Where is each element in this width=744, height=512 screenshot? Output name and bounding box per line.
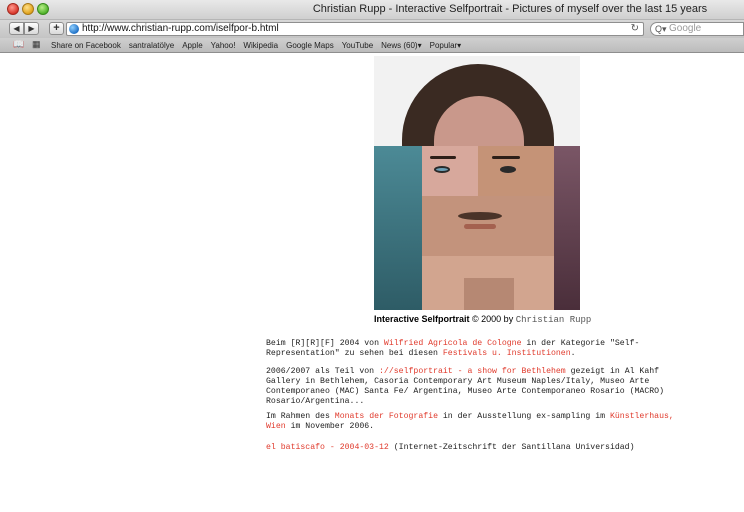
top-sites-grid-icon[interactable]: ▦ [32, 39, 41, 50]
window-title: Christian Rupp - Interactive Selfportrai… [312, 3, 708, 15]
title-bar: Christian Rupp - Interactive Selfportrai… [0, 0, 744, 20]
portrait-eye-left [434, 166, 450, 173]
bookmark-item[interactable]: Wikipedia [243, 41, 278, 50]
browser-toolbar: ◀ ▶ + http://www.christian-rupp.com/isel… [0, 20, 744, 38]
portrait-tile-eye-left [422, 146, 478, 196]
zoom-window-icon[interactable] [37, 3, 49, 15]
bookmarks-bar: 📖 ▦ Share on Facebook santralatölye Appl… [0, 38, 744, 53]
globe-icon [69, 24, 79, 34]
reload-icon[interactable]: ↻ [631, 23, 639, 35]
selfportrait-image[interactable] [374, 56, 580, 310]
bookmark-item[interactable]: Share on Facebook [51, 41, 121, 50]
portrait-brow-left [430, 156, 456, 159]
minimize-window-icon[interactable] [22, 3, 34, 15]
url-text[interactable]: http://www.christian-rupp.com/iselfpor-b… [82, 23, 279, 35]
text: . [570, 349, 576, 358]
portrait-tile-left [374, 146, 422, 310]
paragraph-rrf-2004: Beim [R][R][F] 2004 von Wilfried Agricol… [266, 339, 686, 359]
portrait-mustache [458, 212, 502, 220]
text: 2006/2007 als Teil von [266, 367, 380, 376]
bookmark-menu-popular[interactable]: Popular▾ [430, 41, 462, 50]
bookmarks-book-icon[interactable]: 📖 [13, 39, 24, 50]
search-placeholder: Google [669, 23, 702, 34]
portrait-caption: Interactive Selfportrait © 2000 by Chris… [374, 314, 591, 325]
close-window-icon[interactable] [7, 3, 19, 15]
paragraph-fotografie: Im Rahmen des Monats der Fotografie in d… [266, 412, 686, 432]
text: Beim [R][R][F] 2004 von [266, 339, 384, 348]
portrait-tile-eye-right [478, 146, 554, 196]
text: in der Ausstellung ex-sampling im [437, 412, 610, 421]
bookmark-item[interactable]: santralatölye [129, 41, 174, 50]
bookmark-list: Share on Facebook santralatölye Apple Ya… [51, 38, 461, 52]
add-bookmark-button[interactable]: + [49, 22, 64, 35]
bookmark-item[interactable]: Apple [182, 41, 202, 50]
caption-author: Christian Rupp [515, 315, 592, 325]
paragraph-bethlehem: 2006/2007 als Teil von ://selfportrait -… [266, 367, 686, 407]
link-el-batiscafo[interactable]: el batiscafo - 2004-03-12 [266, 443, 389, 452]
search-input[interactable]: Q▾ Google [650, 22, 744, 36]
bookmark-menu-news[interactable]: News (60)▾ [381, 41, 421, 50]
bookmark-item[interactable]: YouTube [342, 41, 373, 50]
portrait-brow-right [492, 156, 520, 159]
bookmark-item[interactable]: Google Maps [286, 41, 334, 50]
text: im November 2006. [285, 422, 375, 431]
back-button[interactable]: ◀ [9, 22, 24, 35]
bookmark-item[interactable]: Yahoo! [211, 41, 236, 50]
paragraph-batiscafo: el batiscafo - 2004-03-12 (Internet-Zeit… [266, 443, 686, 453]
portrait-mouth [464, 224, 496, 229]
caption-title: Interactive Selfportrait [374, 314, 470, 324]
link-wilfried-agricola[interactable]: Wilfried Agricola de Cologne [384, 339, 522, 348]
forward-button[interactable]: ▶ [24, 22, 39, 35]
link-monats-der-fotografie[interactable]: Monats der Fotografie [335, 412, 438, 421]
address-bar[interactable]: http://www.christian-rupp.com/iselfpor-b… [66, 22, 644, 36]
portrait-eye-right [500, 166, 516, 173]
link-festivals[interactable]: Festivals u. Institutionen [443, 349, 571, 358]
search-icon[interactable]: Q▾ [655, 23, 667, 35]
text: Im Rahmen des [266, 412, 335, 421]
portrait-tile-neck [464, 278, 514, 310]
text: (Internet-Zeitschrift der Santillana Uni… [388, 443, 635, 452]
caption-year: © 2000 by [469, 314, 516, 324]
portrait-tile-right [554, 146, 580, 310]
link-selfportrait-bethlehem[interactable]: ://selfportrait - a show for Bethlehem [379, 367, 566, 376]
